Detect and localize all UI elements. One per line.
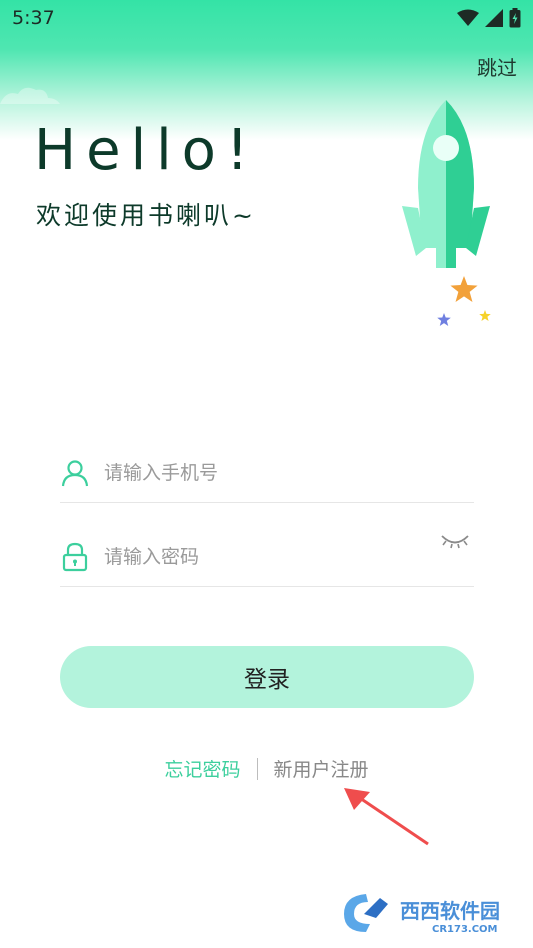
login-button[interactable]: 登录 bbox=[60, 646, 474, 708]
lock-icon bbox=[60, 542, 90, 572]
password-input[interactable] bbox=[104, 545, 474, 568]
battery-icon bbox=[509, 8, 521, 28]
watermark-logo: 西西软件园 CR173.COM bbox=[344, 894, 500, 935]
cloud-decoration bbox=[0, 87, 60, 104]
password-field bbox=[60, 527, 474, 587]
user-icon bbox=[60, 458, 90, 488]
link-divider bbox=[256, 757, 258, 780]
star-icon bbox=[479, 310, 491, 321]
hello-title: Hello! bbox=[34, 118, 259, 183]
rocket-illustration bbox=[402, 100, 490, 268]
forgot-password-link[interactable]: 忘记密码 bbox=[164, 755, 240, 782]
phone-field bbox=[60, 443, 474, 503]
watermark-domain: CR173.COM bbox=[432, 924, 498, 935]
star-icon bbox=[450, 276, 478, 302]
welcome-text: 欢迎使用书喇叭~ bbox=[36, 201, 256, 230]
status-icons bbox=[457, 8, 521, 28]
skip-button[interactable]: 跳过 bbox=[477, 52, 517, 81]
phone-input[interactable] bbox=[104, 461, 474, 484]
star-icon bbox=[437, 313, 451, 326]
wifi-icon bbox=[457, 9, 479, 26]
watermark-brand: 西西软件园 bbox=[400, 899, 500, 923]
auth-links: 忘记密码 新用户注册 bbox=[0, 755, 533, 782]
signal-icon bbox=[485, 9, 503, 27]
status-time: 5:37 bbox=[12, 7, 55, 29]
status-bar: 5:37 bbox=[0, 0, 533, 36]
annotation-arrow bbox=[344, 788, 429, 846]
eye-closed-icon[interactable] bbox=[440, 533, 470, 551]
register-link[interactable]: 新用户注册 bbox=[274, 755, 369, 782]
